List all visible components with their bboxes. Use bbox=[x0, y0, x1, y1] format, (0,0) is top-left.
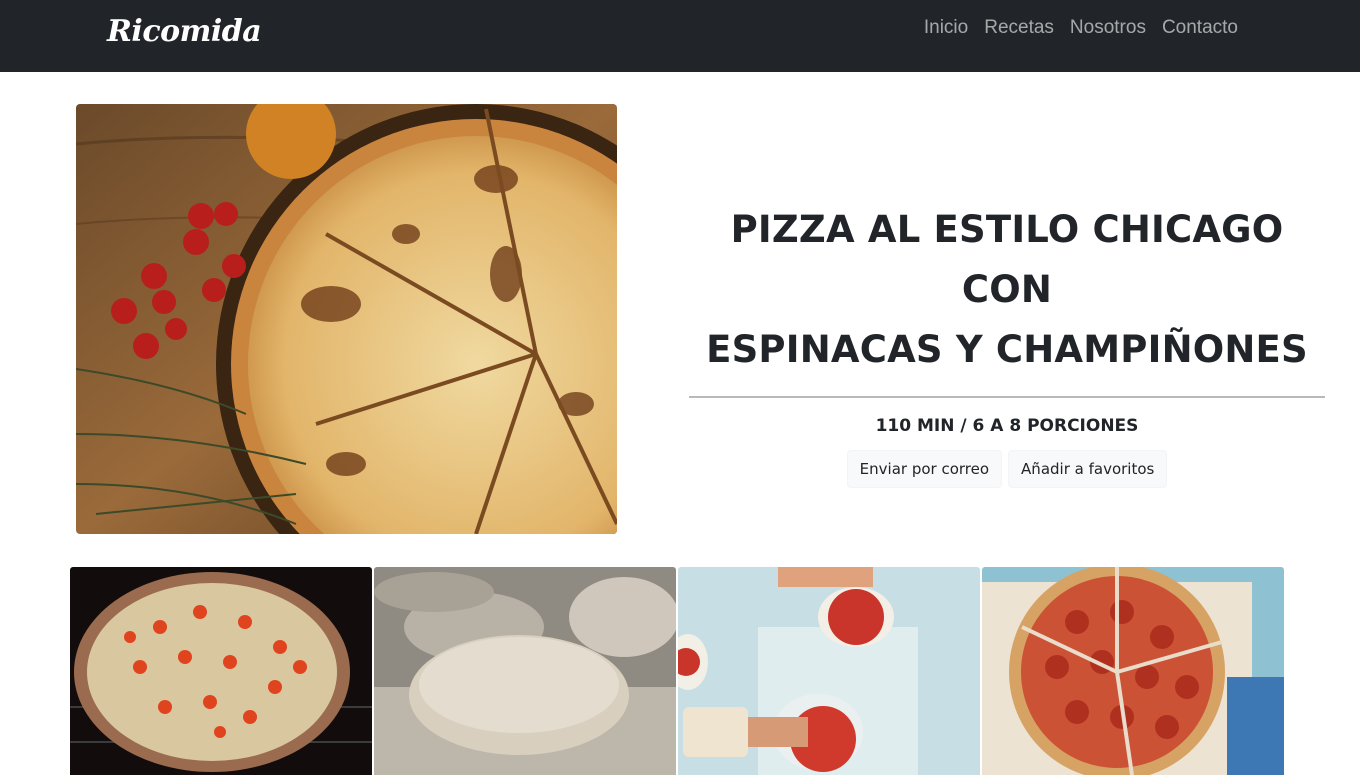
recipe-title: PIZZA AL ESTILO CHICAGO CON ESPINACAS Y … bbox=[689, 200, 1325, 380]
recipe-actions: Enviar por correo Añadir a favoritos bbox=[689, 450, 1325, 488]
nav-link-inicio[interactable]: Inicio bbox=[924, 17, 968, 38]
recipe-title-line2: ESPINACAS Y CHAMPIÑONES bbox=[706, 328, 1308, 371]
brand-logo[interactable]: Ricomida bbox=[107, 14, 262, 49]
recipe-hero-image bbox=[76, 104, 617, 534]
recipe-info: PIZZA AL ESTILO CHICAGO CON ESPINACAS Y … bbox=[689, 200, 1325, 488]
recipe-gallery bbox=[70, 567, 1284, 775]
title-divider bbox=[689, 396, 1325, 398]
gallery-image-dough[interactable] bbox=[374, 567, 676, 775]
gallery-image-pizza-oven[interactable] bbox=[70, 567, 372, 775]
navbar: Ricomida Inicio Recetas Nosotros Contact… bbox=[0, 0, 1360, 72]
nav-link-nosotros[interactable]: Nosotros bbox=[1070, 17, 1146, 38]
email-button[interactable]: Enviar por correo bbox=[846, 450, 1003, 488]
recipe-title-line1: PIZZA AL ESTILO CHICAGO CON bbox=[730, 208, 1284, 311]
nav-link-recetas[interactable]: Recetas bbox=[984, 17, 1054, 38]
nav-link-contacto[interactable]: Contacto bbox=[1162, 17, 1238, 38]
favorites-button[interactable]: Añadir a favoritos bbox=[1008, 450, 1168, 488]
gallery-image-pepperoni-pizza[interactable] bbox=[982, 567, 1284, 775]
recipe-meta: 110 MIN / 6 A 8 PORCIONES bbox=[875, 416, 1139, 436]
nav-links: Inicio Recetas Nosotros Contacto bbox=[924, 17, 1238, 39]
gallery-image-preparation[interactable] bbox=[678, 567, 980, 775]
